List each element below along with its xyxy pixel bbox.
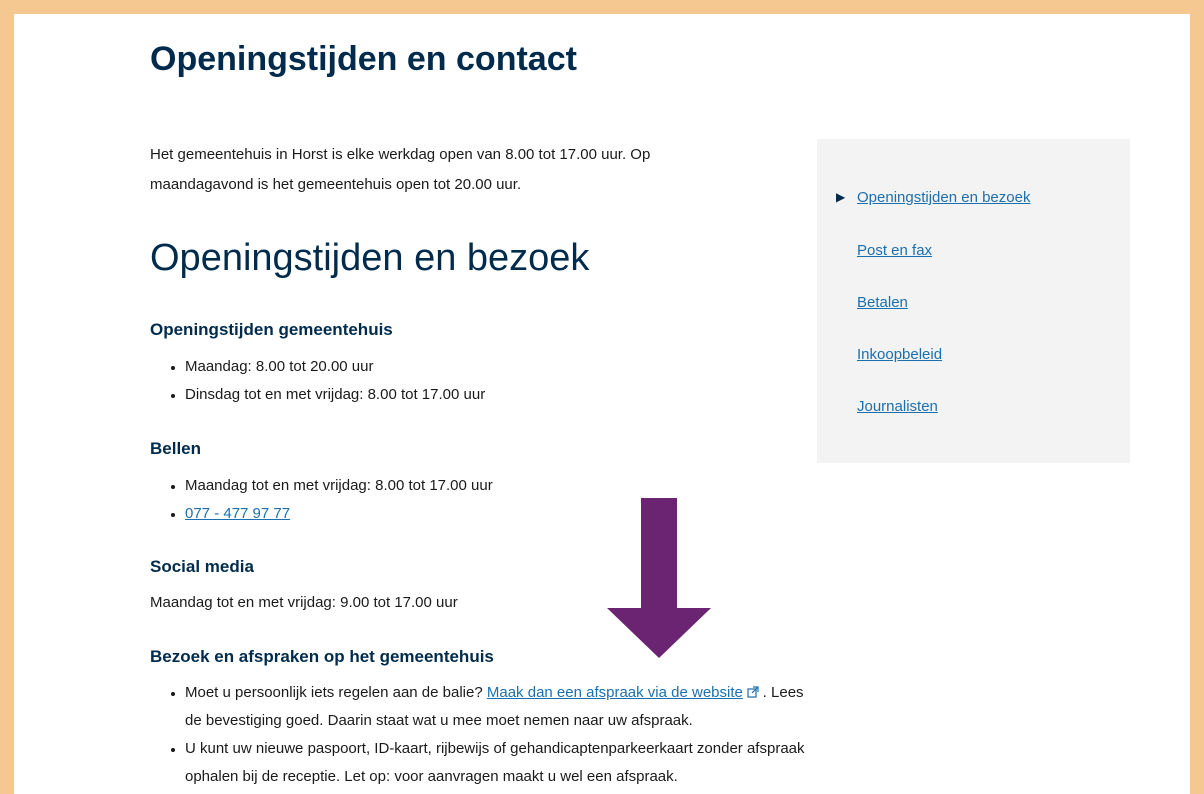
arrow-down-icon bbox=[607, 498, 711, 658]
page-title: Openingstijden en contact bbox=[150, 40, 577, 78]
triangle-right-icon: ▶ bbox=[836, 190, 846, 204]
list-item: U kunt uw nieuwe paspoort, ID-kaart, rij… bbox=[185, 735, 810, 791]
opening-list: Maandag: 8.00 tot 20.00 uur Dinsdag tot … bbox=[150, 353, 485, 409]
appointment-link[interactable]: Maak dan een afspraak via de website bbox=[487, 684, 743, 701]
social-heading: Social media bbox=[150, 557, 254, 576]
sidebar-item-journalisten[interactable]: Journalisten bbox=[857, 398, 938, 415]
external-link-icon[interactable] bbox=[747, 685, 763, 700]
list-item: Moet u persoonlijk iets regelen aan de b… bbox=[185, 679, 810, 735]
sidebar-item-post-fax[interactable]: Post en fax bbox=[857, 242, 932, 259]
intro-text: Het gemeentehuis in Horst is elke werkda… bbox=[150, 146, 651, 193]
list-item: Dinsdag tot en met vrijdag: 8.00 tot 17.… bbox=[185, 381, 485, 409]
sidebar-item-openingstijden[interactable]: Openingstijden en bezoek bbox=[857, 189, 1030, 206]
sidebar-item-inkoopbeleid[interactable]: Inkoopbeleid bbox=[857, 346, 942, 363]
list-item: 077 - 477 97 77 bbox=[185, 500, 493, 528]
phone-link[interactable]: 077 - 477 97 77 bbox=[185, 505, 290, 522]
visit-item1-text: Moet u persoonlijk iets regelen aan de b… bbox=[185, 684, 487, 701]
social-hours: Maandag tot en met vrijdag: 9.00 tot 17.… bbox=[150, 594, 458, 611]
sidebar-nav: ▶ Openingstijden en bezoek Post en fax B… bbox=[817, 139, 1130, 463]
visit-list: Moet u persoonlijk iets regelen aan de b… bbox=[150, 679, 810, 791]
opening-heading: Openingstijden gemeentehuis bbox=[150, 320, 393, 339]
section-title: Openingstijden en bezoek bbox=[150, 237, 590, 279]
list-item: Maandag: 8.00 tot 20.00 uur bbox=[185, 353, 485, 381]
sidebar-item-betalen[interactable]: Betalen bbox=[857, 294, 908, 311]
calling-heading: Bellen bbox=[150, 439, 202, 458]
visit-heading: Bezoek en afspraken op het gemeentehuis bbox=[150, 647, 494, 666]
page-frame: Openingstijden en contact Het gemeentehu… bbox=[14, 14, 1190, 794]
calling-list: Maandag tot en met vrijdag: 8.00 tot 17.… bbox=[150, 472, 493, 528]
list-item: Maandag tot en met vrijdag: 8.00 tot 17.… bbox=[185, 472, 493, 500]
